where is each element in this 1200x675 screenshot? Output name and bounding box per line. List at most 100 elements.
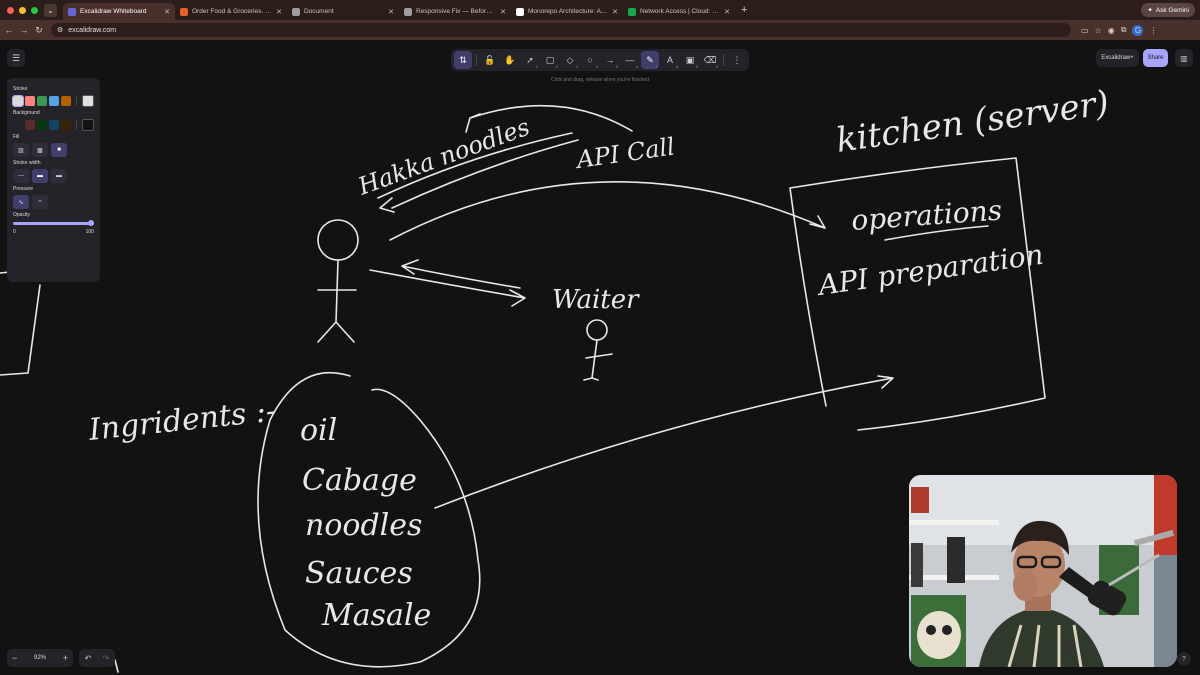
background-current-color[interactable] <box>82 119 94 131</box>
extensions-icon[interactable]: ⧉ <box>1121 25 1127 35</box>
hachure-icon: ▨ <box>18 147 24 154</box>
browser-tab[interactable]: Monorepo Architecture: A Cr ✕ <box>511 3 623 20</box>
tool-shortcut-key: 8 <box>675 64 678 69</box>
pressure-fixed-button[interactable]: ∿ <box>13 195 29 209</box>
eraser-tool[interactable]: ⌫ 0 <box>701 51 719 70</box>
fill-crosshatch-button[interactable]: ▩ <box>32 143 48 157</box>
more-menu-icon[interactable]: ⋮ <box>1149 26 1157 35</box>
site-info-icon[interactable]: ⚙ <box>57 26 63 34</box>
ask-gemini-button[interactable]: ✦ Ask Gemini <box>1141 3 1195 17</box>
forward-button[interactable]: → <box>18 25 30 35</box>
opacity-slider[interactable] <box>13 220 94 226</box>
stroke-thin-button[interactable]: — <box>13 169 29 183</box>
share-button[interactable]: Share <box>1143 49 1168 67</box>
library-button[interactable]: ▥ <box>1175 49 1193 67</box>
help-button[interactable]: ? <box>1177 652 1191 666</box>
line-tool[interactable]: —6 <box>621 51 639 69</box>
stroke-bold-button[interactable]: ▬ <box>32 169 48 183</box>
draw-tool[interactable]: ✎ 7 <box>641 51 659 69</box>
solid-fill-icon: ■ <box>57 147 61 153</box>
tab-title: Excalidraw Whiteboard <box>80 8 147 15</box>
new-tab-button[interactable]: + <box>735 4 753 16</box>
variable-squiggle-icon: ≈ <box>38 199 42 205</box>
zoom-out-button[interactable]: − <box>12 653 17 663</box>
main-menu-button[interactable]: ☰ <box>7 49 25 67</box>
browser-tab[interactable]: Order Food & Groceries. Disc ✕ <box>175 3 287 20</box>
tool-shortcut-key: 4 <box>595 64 598 69</box>
ellipse-tool[interactable]: ○ 4 <box>581 51 599 69</box>
zoom-in-button[interactable]: + <box>63 653 68 663</box>
rectangle-icon: ▢ <box>545 54 555 65</box>
tab-close-icon[interactable]: ✕ <box>724 8 730 16</box>
background-swatch[interactable] <box>61 120 71 130</box>
stroke-swatch[interactable] <box>12 95 24 107</box>
opacity-slider-handle[interactable] <box>88 220 94 226</box>
undo-redo-controls: ↶ ↷ <box>79 649 115 667</box>
browser-tab[interactable]: Excalidraw Whiteboard ✕ <box>63 3 175 20</box>
stroke-swatch[interactable] <box>49 96 59 106</box>
diamond-tool[interactable]: ◇ 3 <box>561 51 579 70</box>
text-api-call: API Call <box>573 132 677 174</box>
tab-close-icon[interactable]: ✕ <box>612 8 618 16</box>
bookmark-star-icon[interactable]: ☆ <box>1095 26 1102 35</box>
browser-tab[interactable]: Network Access | Cloud: Mo ✕ <box>623 3 735 20</box>
more-tools-button[interactable]: ⋮ <box>728 51 746 69</box>
browser-tab[interactable]: Document ✕ <box>287 3 399 20</box>
partial-shape-left <box>0 271 41 376</box>
text-tool[interactable]: A8 <box>661 51 679 69</box>
background-swatch[interactable] <box>13 120 23 130</box>
stroke-width-label: Stroke width <box>13 160 41 166</box>
tab-close-icon[interactable]: ✕ <box>388 8 394 16</box>
profile-avatar[interactable]: G <box>1132 24 1144 36</box>
maximize-window-button[interactable] <box>31 6 38 14</box>
tab-title: Responsive Fix — Before vs A <box>416 8 497 15</box>
waiter-head <box>586 319 608 341</box>
pressure-variable-button[interactable]: ≈ <box>32 195 48 209</box>
chevron-down-icon: ⌄ <box>47 5 54 15</box>
background-swatch[interactable] <box>37 120 47 130</box>
stroke-swatch[interactable] <box>61 96 71 106</box>
fill-solid-button[interactable]: ■ <box>51 143 67 157</box>
tab-search-button[interactable]: ⌄ <box>44 3 57 17</box>
background-swatch[interactable] <box>49 120 59 130</box>
tool-shortcut-key: 1 <box>535 64 538 69</box>
squiggle-icon: ∿ <box>18 199 24 206</box>
arrow-tool[interactable]: → 5 <box>601 51 619 69</box>
rectangle-tool[interactable]: ▢ 2 <box>541 51 559 70</box>
undo-button[interactable]: ↶ <box>85 654 92 663</box>
more-vertical-icon: ⋮ <box>732 54 742 65</box>
toolbar-divider <box>723 54 724 66</box>
back-button[interactable]: ← <box>3 25 15 35</box>
extension-a-icon[interactable]: ◉ <box>1108 26 1115 35</box>
window-controls <box>0 6 44 14</box>
stroke-current-color[interactable] <box>82 95 94 107</box>
minimize-window-button[interactable] <box>19 6 26 14</box>
tab-title: Monorepo Architecture: A Cr <box>528 8 609 15</box>
image-tool[interactable]: ▣ 9 <box>681 51 699 70</box>
tab-close-icon[interactable]: ✕ <box>276 8 282 16</box>
stroke-extra-bold-button[interactable]: ▬ <box>51 169 67 183</box>
close-window-button[interactable] <box>7 6 14 14</box>
excalidraw-canvas[interactable]: Hakka noodles API Call kitchen (server) … <box>0 40 1200 675</box>
background-swatch[interactable] <box>25 120 35 130</box>
tab-close-icon[interactable]: ✕ <box>500 8 506 16</box>
tool-mode-toggle[interactable]: ⇅ <box>454 51 472 69</box>
browser-tab-strip: ⌄ Excalidraw Whiteboard ✕ Order Food & Gro… <box>0 0 1200 20</box>
browser-tab[interactable]: Responsive Fix — Before vs A ✕ <box>399 3 511 20</box>
tab-list: Excalidraw Whiteboard ✕ Order Food & Groce… <box>63 0 735 20</box>
omnibox[interactable]: ⚙ excalidraw.com <box>51 23 1071 37</box>
zoom-level[interactable]: 92% <box>34 655 46 661</box>
cast-icon[interactable]: ▭ <box>1081 26 1089 35</box>
selection-icon: ➚ <box>526 54 534 65</box>
selection-tool[interactable]: ➚ 1 <box>521 51 539 70</box>
stroke-swatch[interactable] <box>25 96 35 106</box>
tab-close-icon[interactable]: ✕ <box>164 8 170 16</box>
lock-tool[interactable]: 🔓 <box>481 51 499 69</box>
redo-button[interactable]: ↷ <box>103 654 110 663</box>
bold-line-icon: ▬ <box>37 173 43 179</box>
hand-tool[interactable]: ✋ <box>501 51 519 69</box>
stroke-swatch[interactable] <box>37 96 47 106</box>
excalidraw-plus-button[interactable]: Excalidraw+ <box>1096 49 1139 67</box>
reload-button[interactable]: ↻ <box>33 25 45 36</box>
fill-hachure-button[interactable]: ▨ <box>13 143 29 157</box>
